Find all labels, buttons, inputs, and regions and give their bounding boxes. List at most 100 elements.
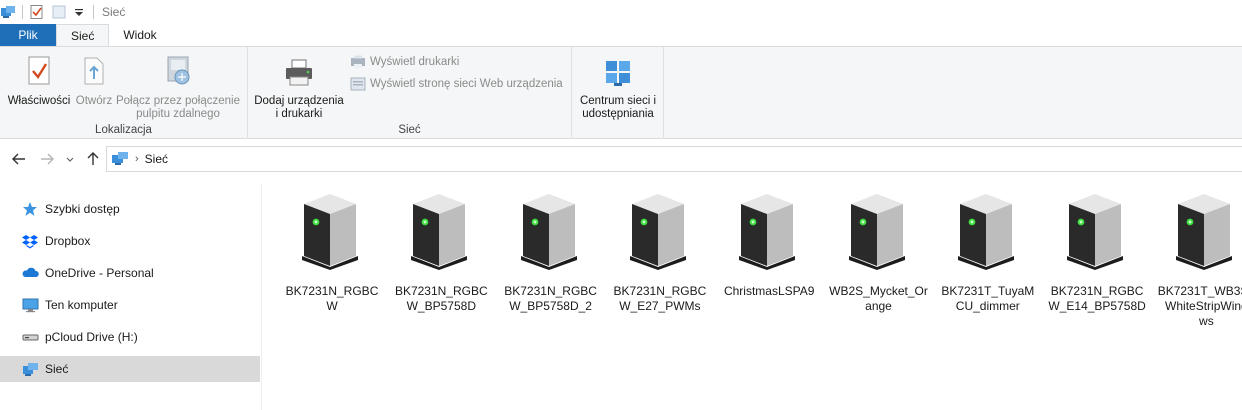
open-label: Otwórz (75, 95, 113, 107)
forward-arrow-icon[interactable] (38, 150, 56, 168)
add-devices-button[interactable]: Dodaj urządzenia i drukarki (252, 59, 346, 121)
network-icon (111, 150, 129, 169)
window-title: Sieć (102, 5, 126, 19)
properties-icon[interactable] (29, 4, 45, 20)
device-name-line2: CU_dimmer (955, 299, 1020, 313)
open-icon (72, 55, 116, 91)
network-device-item[interactable]: BK7231T_WB3S_ WhiteStripWind ws (1156, 192, 1242, 329)
device-name-line1: BK7231T_TuyaM (941, 284, 1035, 298)
sidebar-item-label: Dropbox (45, 234, 91, 248)
device-name-line1: BK7231T_WB3S_ (1157, 284, 1242, 298)
show-printers-button[interactable]: Wyświetl drukarki (350, 55, 459, 69)
group-label-location: Lokalizacja (95, 124, 152, 136)
server-device-icon (739, 194, 796, 270)
network-icon (22, 361, 39, 377)
toolbar-divider (22, 5, 23, 19)
tab-network[interactable]: Sieć (56, 24, 110, 46)
back-arrow-icon[interactable] (10, 150, 28, 168)
network-device-item[interactable]: BK7231N_RGBC W_E14_BP5758D (1047, 192, 1147, 314)
device-name-line2: W_BP5758D_2 (509, 299, 592, 313)
device-name-line2: W_BP5758D (406, 299, 476, 313)
properties-icon (6, 55, 72, 91)
device-name-line2: ange (865, 299, 892, 313)
network-center-label-line2: udostępniania (582, 108, 654, 120)
sidebar-item-label: Sieć (45, 362, 69, 376)
server-device-icon (629, 194, 686, 270)
printer-icon (252, 59, 346, 91)
network-device-item[interactable]: BK7231N_RGBC W_BP5758D_2 (501, 192, 601, 314)
web-page-small-icon (350, 77, 366, 91)
show-printers-label: Wyświetl drukarki (370, 56, 460, 68)
sidebar-item-label: Ten komputer (45, 298, 118, 312)
up-arrow-icon[interactable] (84, 150, 102, 168)
sidebar-item-network[interactable]: Sieć (0, 356, 260, 382)
network-icon (0, 4, 16, 20)
server-device-icon (957, 194, 1014, 270)
navigation-bar: › Sieć (0, 140, 1242, 178)
sidebar-item-onedrive[interactable]: OneDrive - Personal (0, 260, 260, 286)
navigation-pane: Szybki dostęp Dropbox OneDrive - Persona… (0, 184, 262, 410)
show-web-page-label: Wyświetl stronę sieci Web urządzenia (370, 78, 563, 90)
sidebar-item-dropbox[interactable]: Dropbox (0, 228, 260, 254)
add-devices-label-line1: Dodaj urządzenia (254, 95, 344, 107)
new-folder-icon[interactable] (51, 4, 67, 20)
tab-view[interactable]: Widok (109, 24, 170, 46)
sidebar-item-label: pCloud Drive (H:) (45, 330, 138, 344)
sidebar-item-label: Szybki dostęp (45, 202, 120, 216)
network-center-icon (574, 59, 662, 91)
breadcrumb-chevron-icon[interactable]: › (135, 153, 139, 165)
recent-locations-chevron-icon[interactable] (64, 150, 76, 168)
dropdown-icon[interactable] (71, 4, 87, 20)
device-name-line2: W_E14_BP5758D (1048, 299, 1146, 313)
device-name-line3: ws (1199, 314, 1214, 328)
ribbon-panel: Właściwości Otwórz Połącz przez połączen… (0, 46, 1242, 139)
device-name-line2: W_E27_PWMs (619, 299, 701, 313)
server-device-icon (1176, 194, 1233, 270)
network-device-item[interactable]: BK7231N_RGBC W (282, 192, 382, 314)
network-device-item[interactable]: BK7231T_TuyaM CU_dimmer (938, 192, 1038, 314)
properties-label: Właściwości (7, 95, 71, 107)
file-list: BK7231N_RGBC W BK7231N_RGBC W_BP5758D BK… (262, 184, 1242, 410)
device-name-line1: BK7231N_RGBC (1050, 284, 1144, 298)
server-device-icon (848, 194, 905, 270)
computer-icon (22, 297, 39, 313)
device-name-line1: BK7231N_RGBC (613, 284, 707, 298)
open-button[interactable]: Otwórz (72, 55, 116, 108)
sidebar-item-label: OneDrive - Personal (45, 266, 154, 280)
address-bar[interactable]: › Sieć (106, 146, 1242, 172)
drive-icon (22, 329, 39, 345)
show-web-page-button[interactable]: Wyświetl stronę sieci Web urządzenia (350, 77, 563, 91)
network-device-item[interactable]: ChristmasLSPA9 (719, 192, 819, 314)
sidebar-item-this-pc[interactable]: Ten komputer (0, 292, 260, 318)
sidebar-item-pcloud-drive[interactable]: pCloud Drive (H:) (0, 324, 260, 350)
tab-file[interactable]: Plik (0, 24, 56, 46)
remote-desktop-icon (114, 55, 242, 91)
sidebar-item-quick-access[interactable]: Szybki dostęp (0, 196, 260, 222)
add-devices-label-line2: i drukarki (275, 108, 323, 120)
device-name-line2: W (326, 299, 338, 313)
remote-desktop-label-line1: Połącz przez połączenie (115, 95, 240, 107)
breadcrumb-network[interactable]: Sieć (145, 152, 168, 166)
device-name-line1: BK7231N_RGBC (394, 284, 488, 298)
quick-access-toolbar: Sieć (0, 0, 1242, 24)
network-center-button[interactable]: Centrum sieci i udostępniania (574, 59, 662, 121)
network-device-item[interactable]: WB2S_Mycket_Or ange (829, 192, 929, 314)
server-device-icon (302, 194, 358, 270)
dropbox-icon (22, 233, 39, 249)
printers-small-icon (351, 55, 365, 68)
server-device-icon (520, 194, 577, 270)
remote-desktop-button[interactable]: Połącz przez połączenie pulpitu zdalnego (114, 55, 242, 121)
group-label-network: Sieć (398, 124, 421, 136)
device-name-line2: WhiteStripWind (1165, 299, 1242, 313)
ribbon-group-location: Właściwości Otwórz Połącz przez połączen… (0, 47, 248, 139)
ribbon-group-network: Dodaj urządzenia i drukarki Wyświetl dru… (248, 47, 572, 139)
star-icon (22, 201, 39, 217)
network-center-label-line1: Centrum sieci i (579, 95, 657, 107)
ribbon-group-network-center: Centrum sieci i udostępniania (572, 47, 664, 139)
network-device-item[interactable]: BK7231N_RGBC W_BP5758D (391, 192, 491, 314)
device-name-line1: ChristmasLSPA9 (723, 284, 815, 298)
network-device-item[interactable]: BK7231N_RGBC W_E27_PWMs (610, 192, 710, 314)
properties-button[interactable]: Właściwości (6, 55, 72, 108)
ribbon-tabs: Plik Sieć Widok (0, 24, 1242, 46)
device-name-line1: WB2S_Mycket_Or (829, 284, 928, 298)
